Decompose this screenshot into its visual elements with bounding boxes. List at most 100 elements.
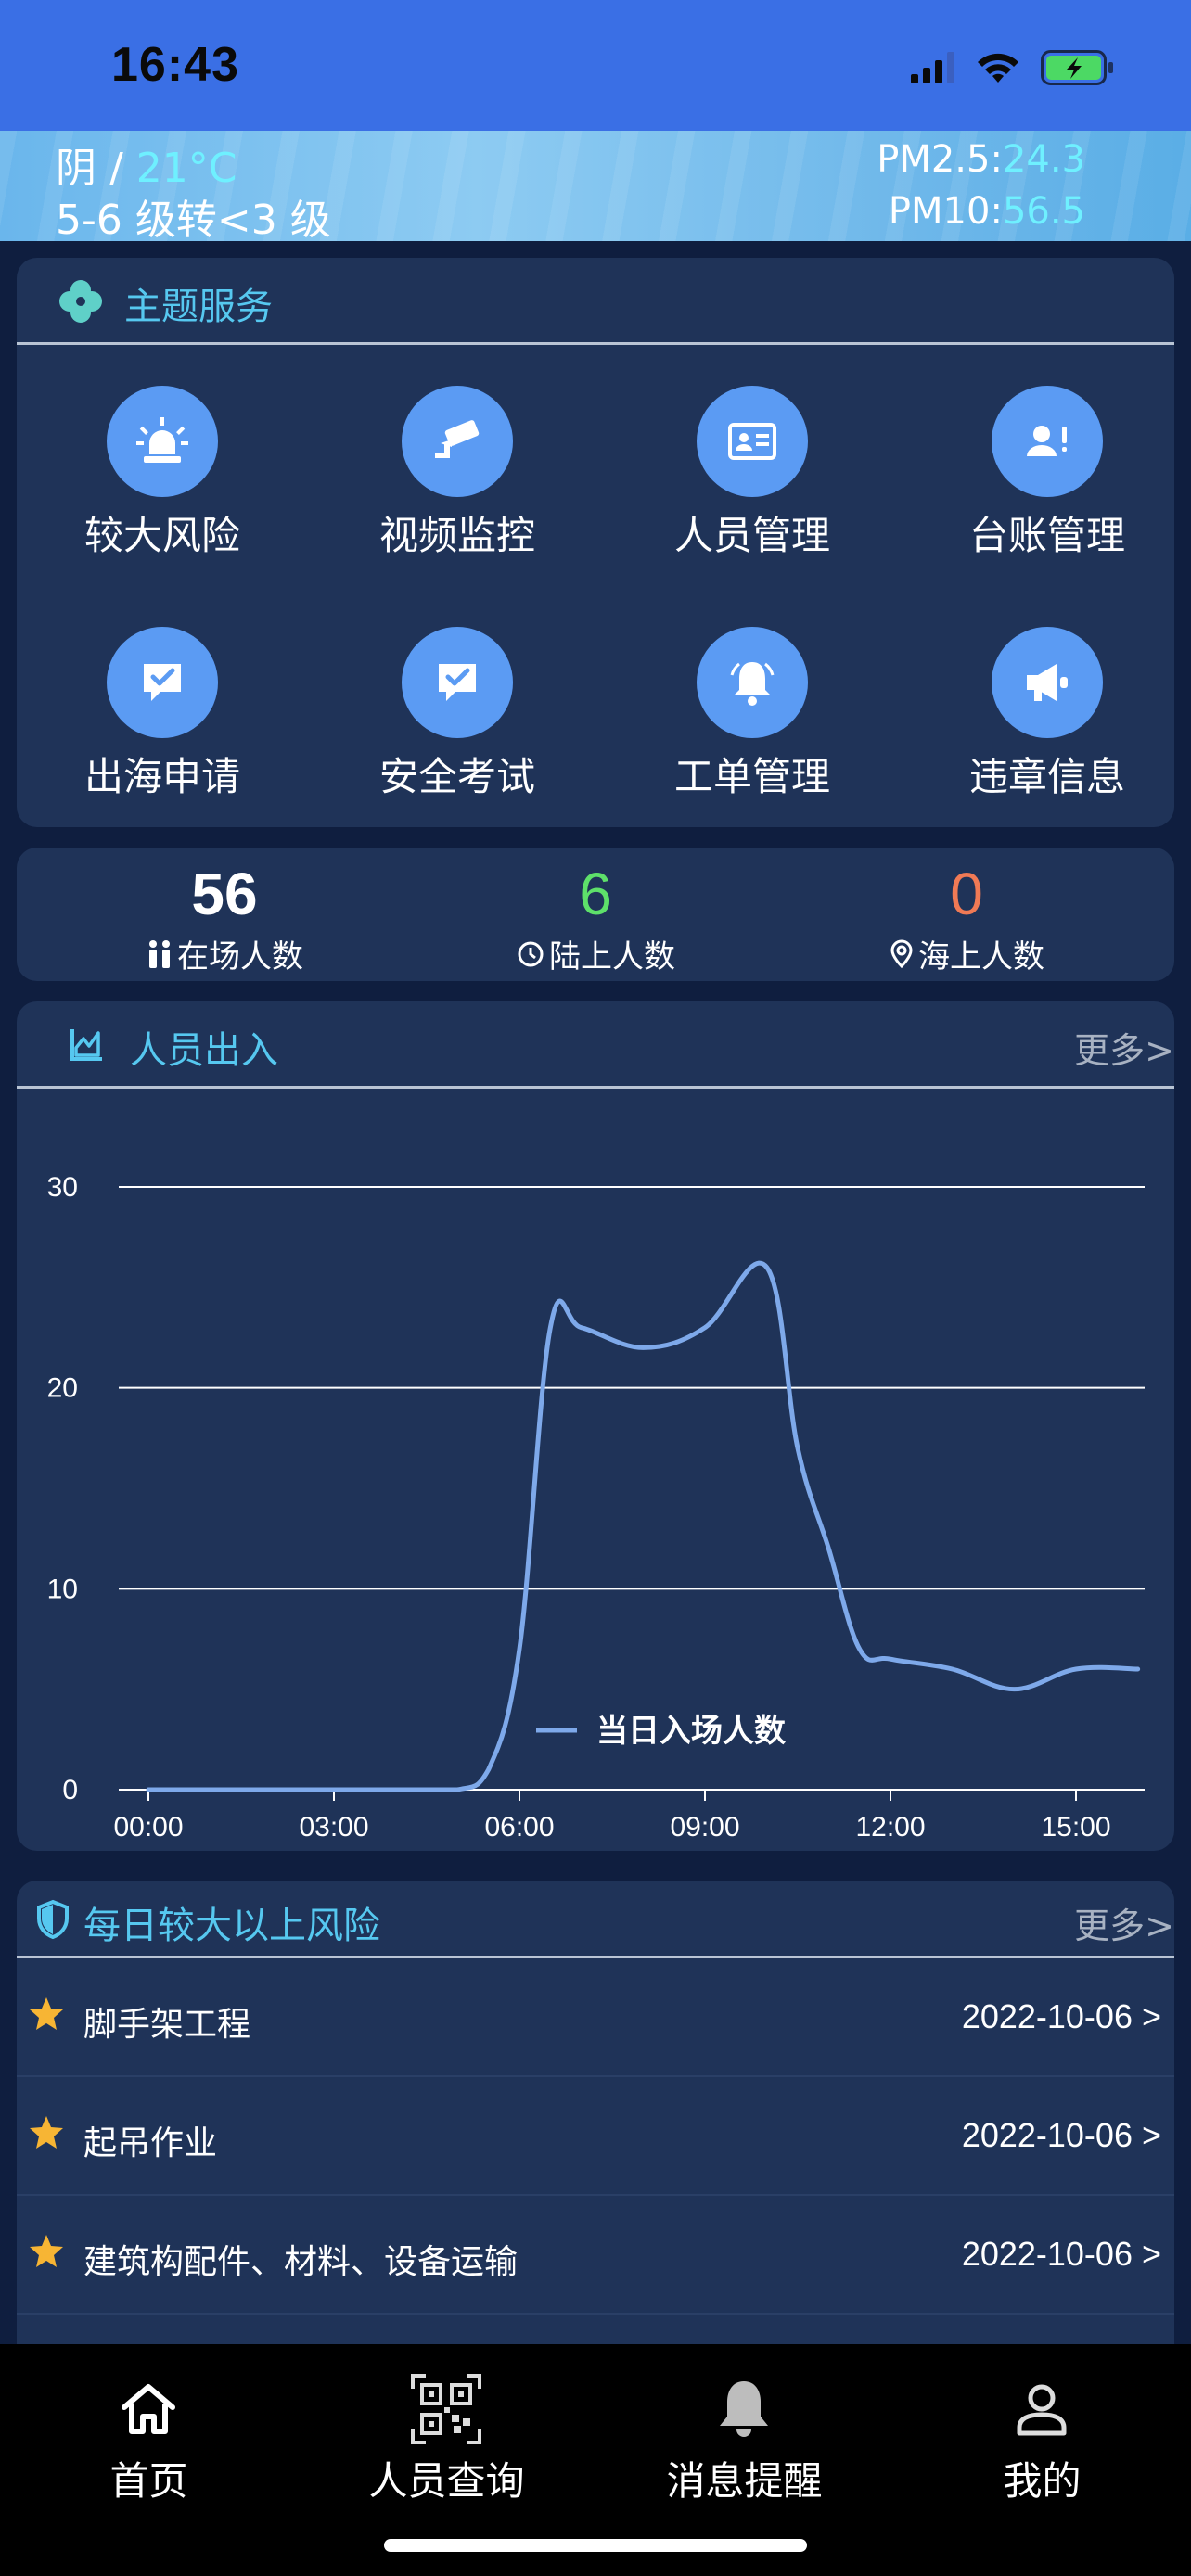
- pm10-value: 56.5: [1002, 190, 1085, 233]
- stat-label: 海上人数: [918, 938, 1044, 976]
- checked-chat-icon: [439, 664, 476, 701]
- stat-onshore[interactable]: 6 陆上人数: [419, 857, 772, 976]
- service-label: 违章信息: [968, 754, 1125, 799]
- risk-item-date: 2022-10-06 >: [961, 1997, 1161, 2035]
- y-tick-label: 30: [47, 1172, 78, 1203]
- weather-condition-line: 阴 / 21°C: [56, 134, 237, 194]
- service-label: 出海申请: [83, 754, 240, 799]
- stat-on-site[interactable]: 56 在场人数: [48, 857, 401, 976]
- people-icon: [149, 939, 170, 968]
- service-label: 工单管理: [673, 754, 830, 799]
- tab-personnel-search[interactable]: 人员查询: [298, 2344, 596, 2520]
- star-icon: [30, 2235, 63, 2267]
- services-title: 主题服务: [124, 286, 273, 328]
- tab-notifications[interactable]: 消息提醒: [596, 2344, 893, 2520]
- risk-title: 每日较大以上风险: [83, 1905, 380, 1947]
- risk-list-item[interactable]: 脚手架工程 2022-10-06 >: [17, 1958, 1174, 2077]
- home-icon: [122, 2384, 175, 2434]
- service-label: 台账管理: [968, 513, 1125, 558]
- series-line: [146, 1260, 1141, 1792]
- tab-label: 我的: [1003, 2458, 1082, 2504]
- status-icons: [911, 48, 1115, 87]
- stat-value: 6: [579, 861, 612, 927]
- checked-chat-icon: [144, 664, 181, 701]
- weather-temperature: 21°C: [135, 145, 237, 192]
- signal-icon: [911, 52, 954, 83]
- traffic-title: 人员出入: [130, 1029, 278, 1072]
- x-tick-label: 12:00: [855, 1812, 925, 1843]
- x-tick-label: 15:00: [1041, 1812, 1110, 1843]
- megaphone-icon: [1027, 664, 1068, 701]
- x-tick-label: 09:00: [670, 1812, 739, 1843]
- pm10-line: PM10:56.5: [889, 190, 1085, 233]
- service-video-monitoring[interactable]: 视频监控: [337, 386, 578, 561]
- service-ledger-management[interactable]: 台账管理: [927, 386, 1168, 561]
- risk-list-item[interactable]: 起吊作业 2022-10-06 >: [17, 2077, 1174, 2196]
- y-tick-label: 10: [47, 1574, 78, 1604]
- risk-list-item[interactable]: 建筑构配件、材料、设备运输 2022-10-06 >: [17, 2196, 1174, 2315]
- service-violation-info[interactable]: 违章信息: [927, 627, 1168, 802]
- app-screen: 16:43 阴 / 21°C 5-6 级转<3 级 PM2.5:24.3 PM1…: [0, 0, 1191, 2576]
- bell-icon: [730, 662, 775, 706]
- service-label: 较大风险: [83, 513, 240, 558]
- chart-legend[interactable]: 当日入场人数: [536, 1713, 786, 1750]
- qr-code-icon: [411, 2374, 481, 2444]
- weather-condition: 阴 /: [56, 145, 136, 192]
- service-safety-exam[interactable]: 安全考试: [337, 627, 578, 802]
- status-time: 16:43: [111, 38, 239, 92]
- battery-icon: [1041, 50, 1113, 85]
- traffic-line-chart: 0 10 20 30 00:00 03:00 06:00 09:00 12:00 15:00 当…: [47, 1172, 1145, 1843]
- pm25-value: 24.3: [1002, 138, 1085, 181]
- area-chart-icon: [70, 1029, 102, 1061]
- risk-more-link[interactable]: 更多>: [1074, 1897, 1174, 1948]
- service-major-risk[interactable]: 较大风险: [42, 386, 283, 561]
- x-tick-label: 00:00: [113, 1812, 183, 1843]
- pm25-line: PM2.5:24.3: [877, 138, 1085, 181]
- tab-label: 首页: [109, 2458, 188, 2504]
- star-icon: [30, 1997, 63, 2030]
- bell-icon: [720, 2381, 768, 2437]
- services-card: 主题服务 较大风险 视频监控 人员管理 台账管理 出海申请 安全考试 工单管理 …: [17, 258, 1174, 827]
- legend-label: 当日入场人数: [596, 1713, 786, 1750]
- stat-offshore[interactable]: 0 海上人数: [790, 857, 1143, 976]
- status-bar: 16:43: [0, 0, 1191, 131]
- stat-value: 56: [191, 861, 258, 927]
- wifi-icon: [978, 53, 1018, 83]
- stat-value: 0: [950, 861, 983, 927]
- service-work-order[interactable]: 工单管理: [632, 627, 873, 802]
- traffic-card: 人员出入 更多> 0 10 20 30 00:00 03:00 06:00 09:00 12:…: [17, 1001, 1174, 1851]
- traffic-header: 人员出入 更多>: [17, 1001, 1174, 1089]
- weather-banner: 阴 / 21°C 5-6 级转<3 级 PM2.5:24.3 PM10:56.5: [0, 131, 1191, 241]
- y-tick-label: 0: [62, 1775, 78, 1805]
- tab-home[interactable]: 首页: [0, 2344, 298, 2520]
- user-icon: [1017, 2384, 1067, 2436]
- weather-wind: 5-6 级转<3 级: [56, 197, 331, 241]
- x-tick-label: 03:00: [299, 1812, 368, 1843]
- risk-header: 每日较大以上风险 更多>: [17, 1881, 1174, 1958]
- risk-item-title: 建筑构配件、材料、设备运输: [83, 2243, 519, 2281]
- risk-item-title: 起吊作业: [83, 2124, 218, 2162]
- risk-item-date: 2022-10-06 >: [961, 2116, 1161, 2154]
- risk-item-date: 2022-10-06 >: [961, 2235, 1161, 2273]
- alarm-light-icon: [136, 417, 188, 463]
- traffic-more-link[interactable]: 更多>: [1074, 1022, 1174, 1073]
- id-card-icon: [728, 423, 776, 460]
- x-tick-label: 06:00: [484, 1812, 554, 1843]
- cctv-camera-icon: [435, 420, 480, 458]
- tab-label: 人员查询: [368, 2458, 525, 2504]
- stat-label: 在场人数: [177, 938, 303, 976]
- service-sea-application[interactable]: 出海申请: [42, 627, 283, 802]
- pm25-label: PM2.5:: [877, 138, 1003, 181]
- stats-card: 56 在场人数 6 陆上人数 0 海上人数: [17, 848, 1174, 981]
- tab-profile[interactable]: 我的: [893, 2344, 1191, 2520]
- clover-icon: [59, 280, 102, 323]
- service-personnel-management[interactable]: 人员管理: [632, 386, 873, 561]
- y-tick-label: 20: [47, 1373, 78, 1404]
- home-indicator[interactable]: [384, 2539, 807, 2552]
- service-label: 安全考试: [378, 754, 535, 799]
- shield-icon: [37, 1899, 69, 1940]
- risk-card: 每日较大以上风险 更多> 脚手架工程 2022-10-06 > 起吊作业 202…: [17, 1881, 1174, 2344]
- star-icon: [30, 2116, 63, 2149]
- stat-label: 陆上人数: [549, 938, 675, 976]
- clock-icon: [518, 941, 544, 966]
